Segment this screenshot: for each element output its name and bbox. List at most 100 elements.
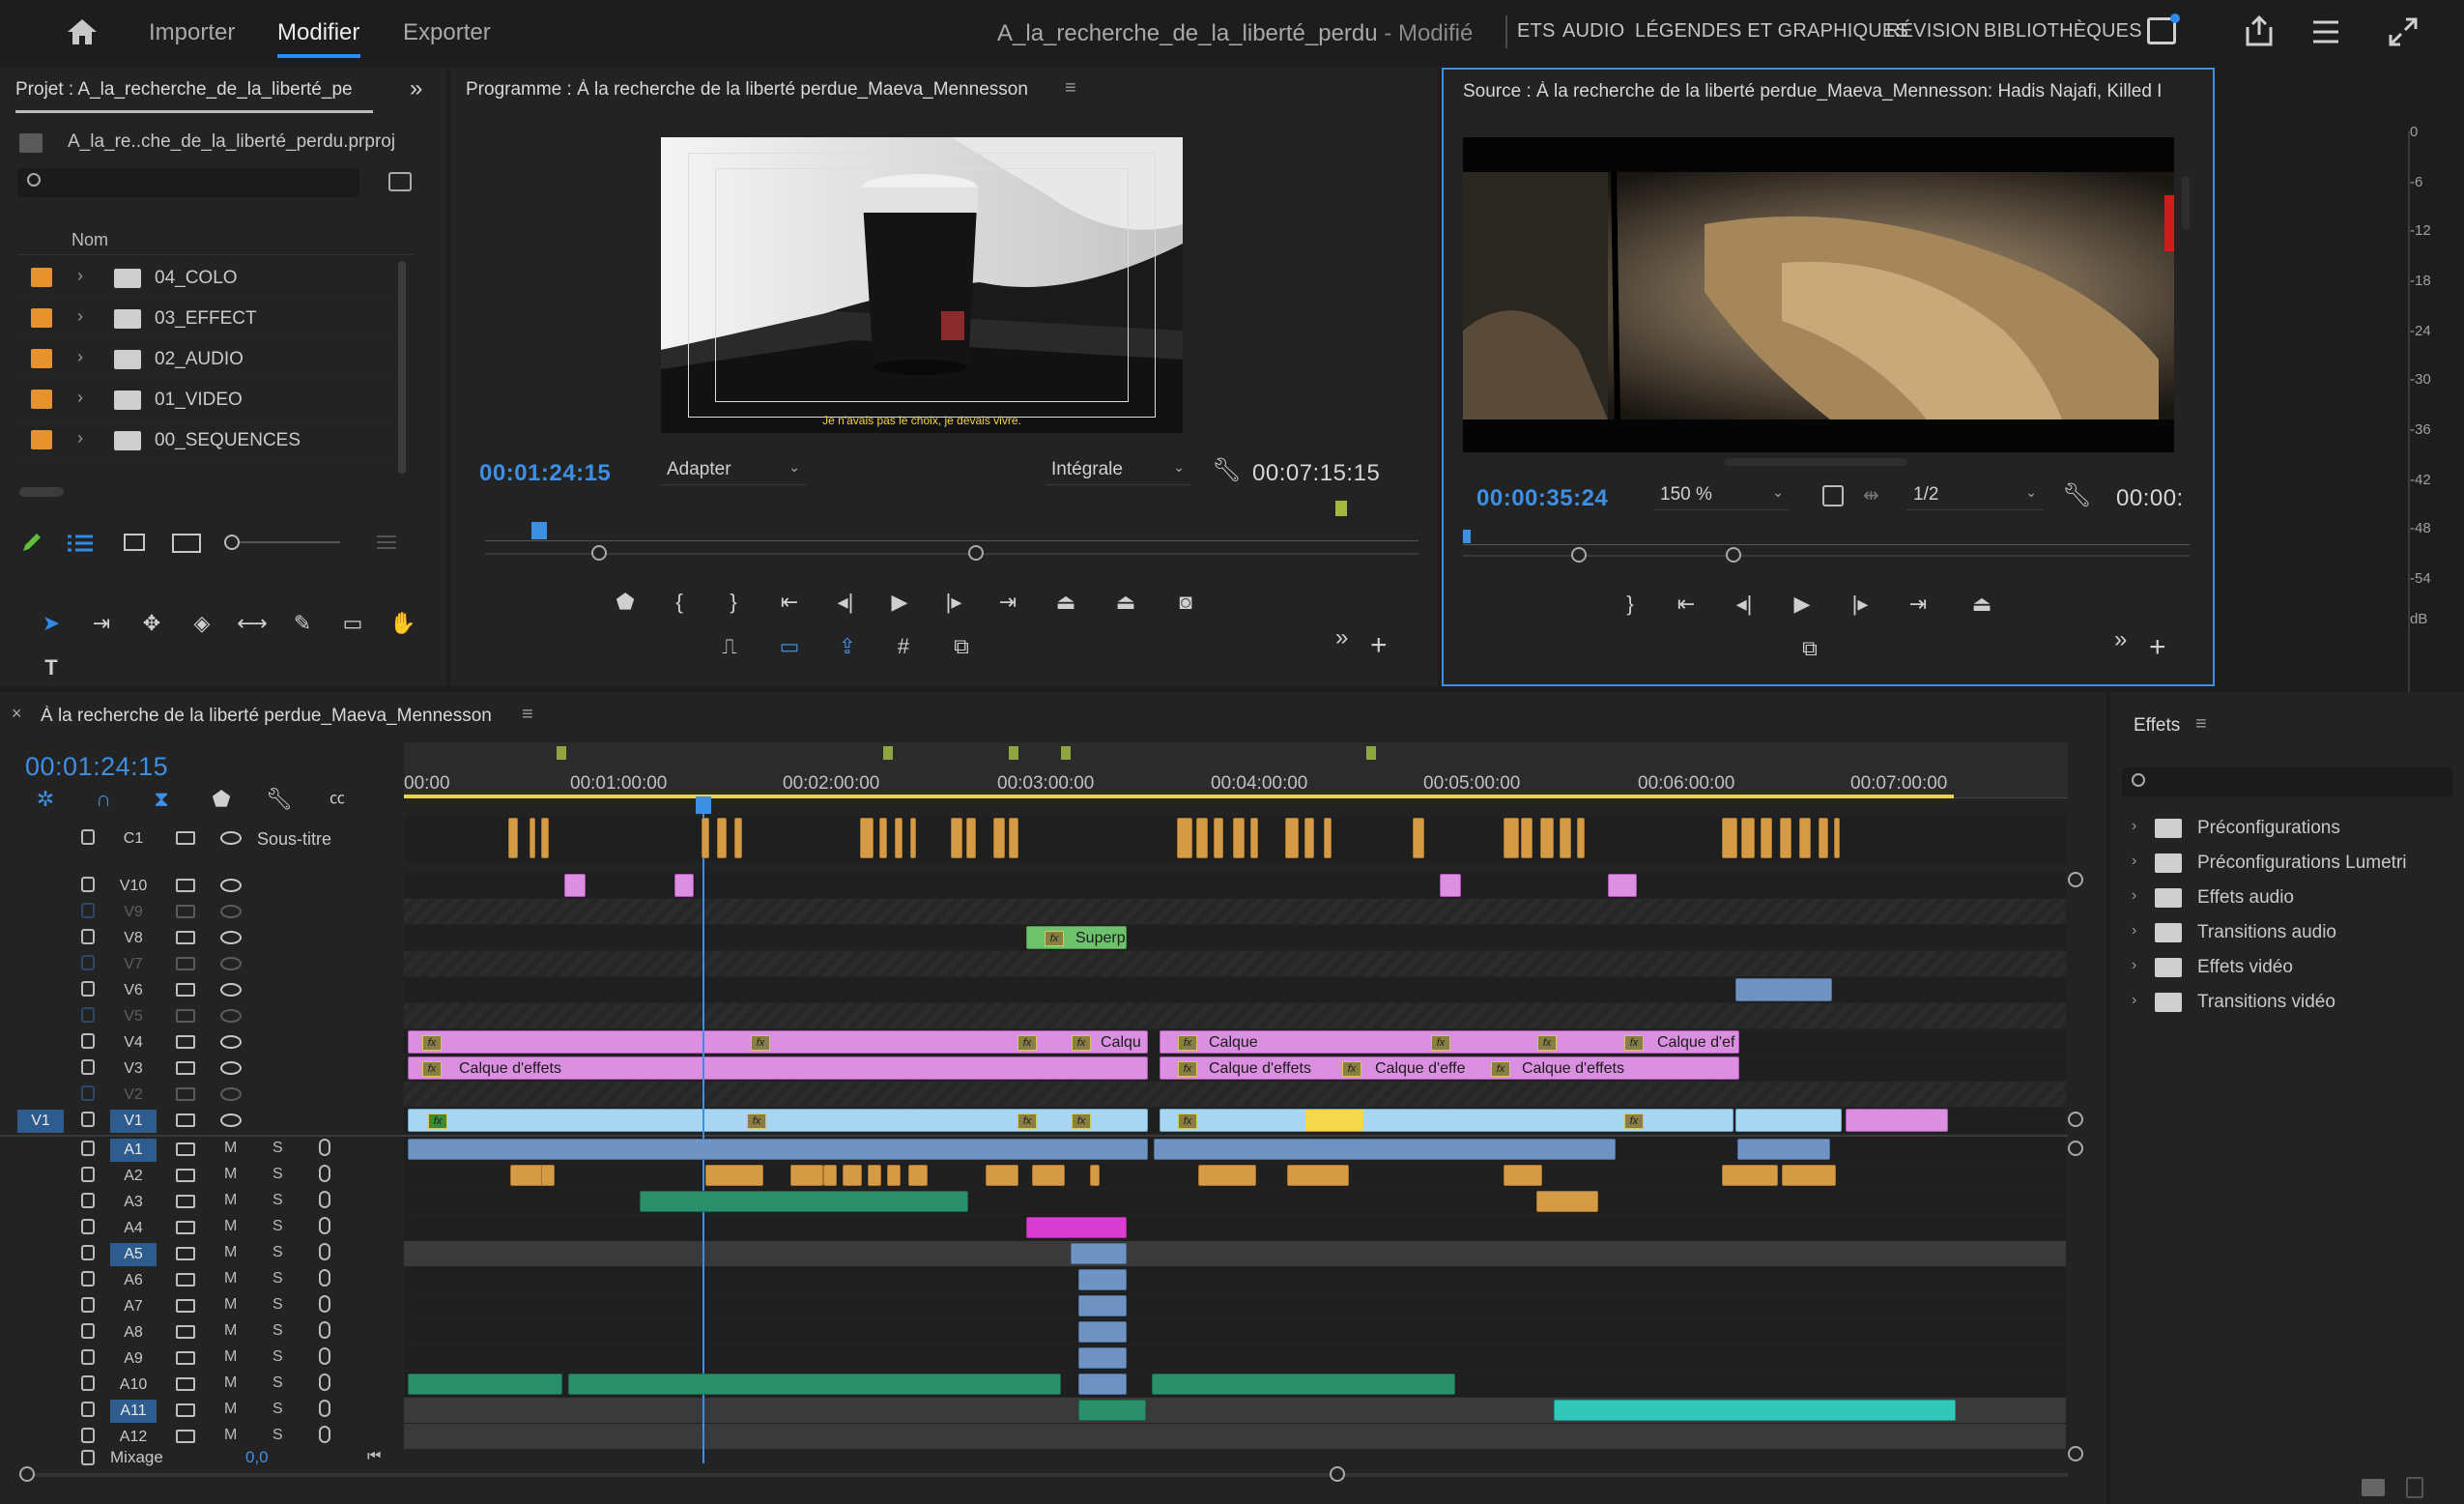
lock-icon[interactable] <box>81 1402 95 1417</box>
workspace-tab-legendes[interactable]: LÉGENDES ET GRAPHIQUES <box>1635 20 1908 43</box>
freeform-view-icon[interactable] <box>172 534 201 553</box>
film-icon[interactable] <box>176 1377 195 1391</box>
zoom-handle-left[interactable] <box>1571 547 1587 563</box>
go-to-out-icon[interactable]: ⇥ <box>991 586 1024 619</box>
timeline-scroll-handle[interactable] <box>2068 1112 2083 1127</box>
grid-icon[interactable]: # <box>887 630 920 663</box>
clip[interactable] <box>674 874 694 897</box>
film-icon[interactable] <box>176 1035 195 1049</box>
clip[interactable] <box>1078 1347 1127 1369</box>
clip[interactable] <box>1846 1109 1948 1132</box>
film-icon[interactable] <box>176 1169 195 1182</box>
clip[interactable] <box>1198 1165 1256 1186</box>
lock-icon[interactable] <box>81 1219 95 1234</box>
caption-block[interactable] <box>541 818 549 858</box>
eye-icon[interactable] <box>220 931 242 944</box>
label-swatch[interactable] <box>31 390 52 409</box>
add-marker-icon[interactable]: ⬟ <box>205 783 238 816</box>
drag-video-icon[interactable] <box>1822 485 1844 506</box>
mute-button[interactable]: M <box>224 1140 237 1157</box>
linked-selection-icon[interactable]: ⧗ <box>145 783 178 816</box>
label-swatch[interactable] <box>31 268 52 287</box>
quality-dropdown[interactable]: Intégrale ⌄ <box>1046 454 1190 485</box>
zoom-slider[interactable] <box>224 535 340 550</box>
source-horizontal-scrollbar[interactable] <box>1724 458 1907 466</box>
film-icon[interactable] <box>176 879 195 892</box>
track-header-v4[interactable]: V4 <box>0 1029 406 1056</box>
caption-track-header[interactable]: C1 Sous-titre <box>0 825 406 860</box>
source-vertical-scrollbar[interactable] <box>2182 176 2190 230</box>
safe-margins-icon[interactable]: ▭ <box>773 630 806 663</box>
label-swatch[interactable] <box>31 349 52 368</box>
playhead-marker[interactable] <box>531 522 547 539</box>
mute-button[interactable]: M <box>224 1270 237 1287</box>
film-icon[interactable] <box>176 1299 195 1313</box>
quick-export-icon[interactable] <box>2309 17 2342 46</box>
caption-block[interactable] <box>1521 818 1533 858</box>
solo-button[interactable]: S <box>272 1244 283 1261</box>
lock-icon[interactable] <box>81 981 95 997</box>
panel-menu-icon[interactable]: ≡ <box>1065 77 1076 100</box>
track-name[interactable]: V1 <box>110 1110 157 1133</box>
clip[interactable] <box>568 1374 1061 1395</box>
chevron-right-icon[interactable]: › <box>2132 887 2136 905</box>
film-icon[interactable] <box>176 1009 195 1023</box>
caption-block[interactable] <box>530 818 535 858</box>
timeline-title[interactable]: À la recherche de la liberté perdue_Maev… <box>41 706 492 727</box>
caption-block[interactable] <box>1577 818 1585 858</box>
clip[interactable] <box>1032 1165 1065 1186</box>
film-icon[interactable] <box>176 1351 195 1365</box>
go-to-in-icon[interactable]: ⇤ <box>1670 588 1703 621</box>
film-icon[interactable] <box>176 1142 195 1156</box>
mute-button[interactable]: M <box>224 1401 237 1418</box>
workspace-tab-ets[interactable]: ETS <box>1517 20 1556 43</box>
type-tool-icon[interactable]: T <box>35 651 68 684</box>
track-name[interactable]: A1 <box>110 1139 157 1162</box>
clip[interactable] <box>564 874 586 897</box>
sort-icon[interactable] <box>375 534 398 551</box>
scroll-handle-right[interactable] <box>1330 1466 1345 1482</box>
caption-block[interactable] <box>1799 818 1811 858</box>
mute-button[interactable]: M <box>224 1218 237 1235</box>
lock-icon[interactable] <box>81 1085 95 1101</box>
track-header-v2[interactable]: V2 <box>0 1082 406 1108</box>
marker[interactable] <box>557 746 566 760</box>
effects-item[interactable]: › Transitions audio <box>2122 914 2450 949</box>
caption-block[interactable] <box>1761 818 1772 858</box>
wrench-icon[interactable]: 🔧︎ <box>2062 481 2091 509</box>
eye-icon[interactable] <box>220 879 242 892</box>
track-header-a7[interactable]: A7 M S <box>0 1293 406 1319</box>
film-icon[interactable] <box>176 1114 195 1127</box>
track-name[interactable]: C1 <box>110 827 157 851</box>
track-name[interactable]: A4 <box>110 1217 157 1240</box>
track-header-a1[interactable]: A1 M S <box>0 1137 406 1163</box>
film-icon[interactable] <box>176 905 195 918</box>
track-header-a6[interactable]: A6 M S <box>0 1267 406 1293</box>
caption-block[interactable] <box>993 818 1005 858</box>
track-name[interactable]: V8 <box>110 927 157 950</box>
lock-icon[interactable] <box>81 1450 95 1465</box>
label-swatch[interactable] <box>31 308 52 328</box>
lift-icon[interactable]: ⏏ <box>1049 586 1082 619</box>
caption-block[interactable] <box>895 818 903 858</box>
track-header-v10[interactable]: V10 <box>0 873 406 899</box>
solo-button[interactable]: S <box>272 1348 283 1366</box>
lock-icon[interactable] <box>81 1112 95 1127</box>
effects-search-input[interactable] <box>2122 767 2452 796</box>
track-name[interactable]: A3 <box>110 1191 157 1214</box>
zoom-handle-right[interactable] <box>968 545 984 561</box>
zoom-bar[interactable] <box>1463 547 2190 563</box>
lane-a9[interactable] <box>404 1345 2066 1371</box>
clip[interactable] <box>908 1165 928 1186</box>
film-icon[interactable] <box>176 1087 195 1101</box>
film-icon[interactable] <box>176 1430 195 1443</box>
zoom-handle-right[interactable] <box>1726 547 1741 563</box>
microphone-icon[interactable] <box>319 1347 330 1365</box>
icon-view-icon[interactable] <box>124 534 145 551</box>
mute-button[interactable]: M <box>224 1244 237 1261</box>
step-back-icon[interactable]: ◂| <box>1728 588 1761 621</box>
chevron-right-icon[interactable]: › <box>2132 818 2136 835</box>
slip-tool-icon[interactable]: ⟷ <box>236 607 269 640</box>
microphone-icon[interactable] <box>319 1269 330 1287</box>
microphone-icon[interactable] <box>319 1165 330 1182</box>
